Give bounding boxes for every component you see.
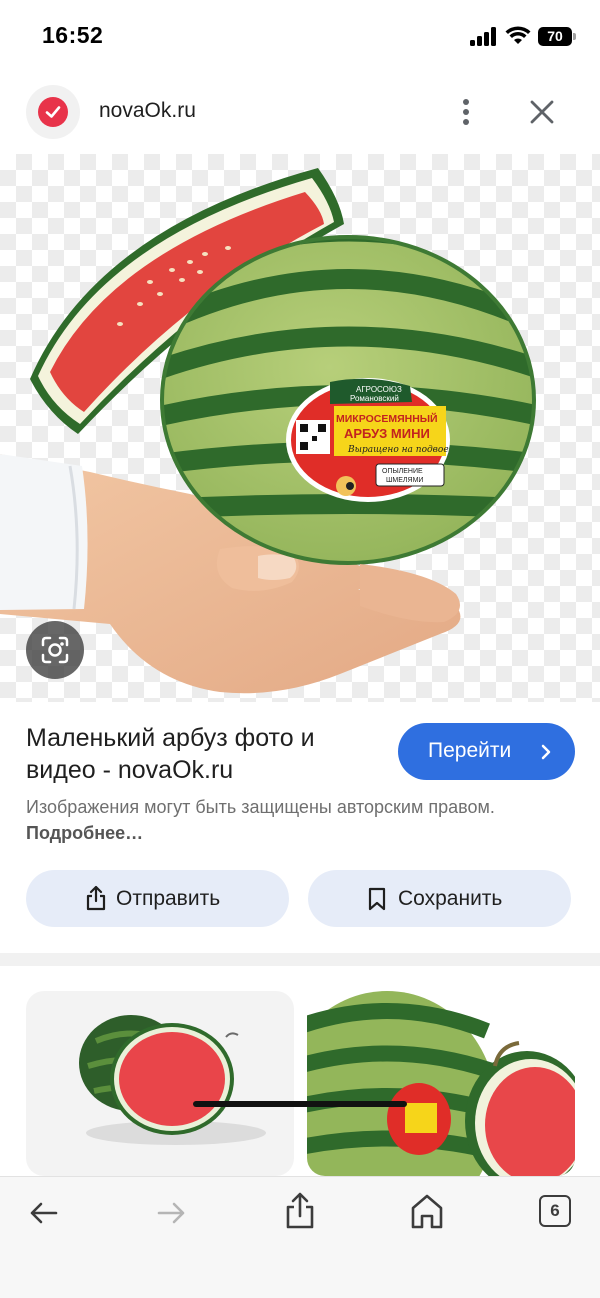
visit-label: Перейти xyxy=(428,739,512,762)
sticker-badge-line1: ОПЫЛЕНИЕ xyxy=(382,468,423,475)
wifi-icon xyxy=(505,26,531,44)
home-indicator[interactable] xyxy=(193,1101,407,1107)
section-divider xyxy=(0,953,600,966)
copyright-text: Изображения могут быть защищены авторски… xyxy=(26,797,495,817)
save-button[interactable]: Сохранить xyxy=(308,870,571,927)
lens-icon xyxy=(41,636,69,664)
more-options-icon[interactable] xyxy=(452,94,480,130)
save-label: Сохранить xyxy=(398,887,503,910)
site-favicon xyxy=(26,85,80,139)
bottom-toolbar: 6 xyxy=(0,1176,600,1298)
sticker-title-line2: АРБУЗ МИНИ xyxy=(344,426,430,441)
battery-icon: 70 xyxy=(538,27,576,46)
lens-search-button[interactable] xyxy=(26,621,84,679)
share-page-icon[interactable] xyxy=(275,1189,325,1233)
result-title[interactable]: Маленький арбуз фото и видео - novaOk.ru xyxy=(26,722,366,786)
close-icon[interactable] xyxy=(524,94,560,130)
tabs-count-button[interactable]: 6 xyxy=(539,1195,571,1227)
chevron-right-icon xyxy=(541,744,551,760)
signal-icon xyxy=(470,27,498,46)
status-bar: 16:52 70 xyxy=(0,0,600,72)
source-header: novaOk.ru xyxy=(0,80,600,144)
share-label: Отправить xyxy=(116,887,221,910)
forward-arrow-icon[interactable] xyxy=(147,1193,197,1233)
checkmark-icon xyxy=(45,106,61,118)
back-arrow-icon[interactable] xyxy=(20,1193,70,1233)
sticker-title-line1: МИКРОСЕМЯННЫЙ xyxy=(336,412,438,425)
home-icon[interactable] xyxy=(402,1189,452,1233)
copyright-notice: Изображения могут быть защищены авторски… xyxy=(26,794,546,846)
learn-more-link[interactable]: Подробнее… xyxy=(26,823,143,843)
main-image[interactable]: АГРОСОЮЗ Романовский МИКРОСЕМЯННЫЙ АРБУЗ… xyxy=(0,154,600,702)
source-name[interactable]: novaOk.ru xyxy=(99,99,196,123)
visit-button[interactable]: Перейти xyxy=(398,723,575,780)
bookmark-icon xyxy=(368,887,386,911)
sticker-brand-line2: Романовский xyxy=(350,394,399,403)
battery-level: 70 xyxy=(538,27,572,46)
related-image-2[interactable] xyxy=(307,991,575,1176)
sticker-script: Выращено на подвое xyxy=(347,445,449,455)
status-time: 16:52 xyxy=(42,22,104,48)
sticker-brand-line1: АГРОСОЮЗ xyxy=(356,385,402,394)
related-image-1[interactable] xyxy=(26,991,294,1176)
share-button[interactable]: Отправить xyxy=(26,870,289,927)
product-sticker: АГРОСОЮЗ Романовский МИКРОСЕМЯННЫЙ АРБУЗ… xyxy=(286,378,450,502)
share-icon xyxy=(86,885,106,911)
sticker-badge-line2: ШМЕЛЯМИ xyxy=(386,477,423,484)
